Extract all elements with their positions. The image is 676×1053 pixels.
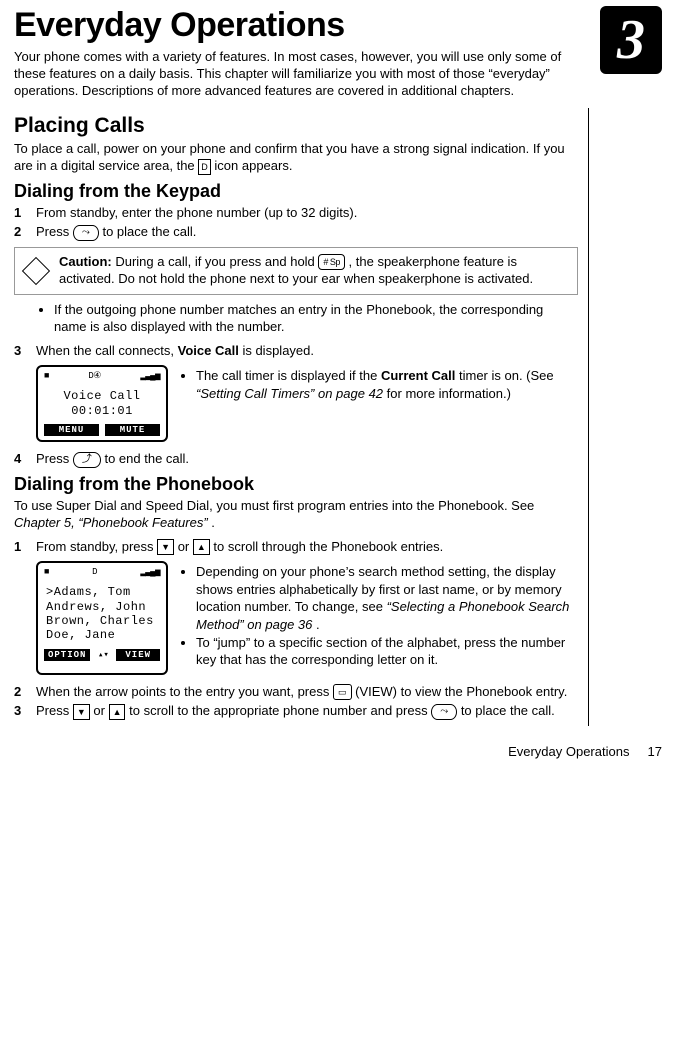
- phonebook-screen: ■ D ▂▃▄▅ >Adams, Tom Andrews, John Brown…: [36, 561, 168, 674]
- screen-status-right: ▂▃▄▅: [140, 371, 160, 381]
- phonebook-step-1: 1 From standby, press ▼ or ▲ to scroll t…: [14, 538, 578, 556]
- keypad-bullet-1: If the outgoing phone number matches an …: [54, 301, 578, 336]
- placing-calls-body: To place a call, power on your phone and…: [14, 140, 578, 175]
- view-softkey-icon: ▭: [333, 684, 352, 700]
- page-title: Everyday Operations: [14, 6, 662, 45]
- keypad-step4-b: to end the call.: [104, 451, 189, 466]
- screen-status-mid: D④: [88, 371, 100, 381]
- screen-soft-menu: MENU: [44, 424, 99, 436]
- talk-key-icon-2: ⤳: [431, 704, 457, 720]
- side-ref: “Setting Call Timers” on page 42: [196, 386, 383, 401]
- subsection-phonebook: Dialing from the Phonebook: [14, 474, 578, 495]
- side-c: for more information.): [387, 386, 511, 401]
- caution-box: Caution: During a call, if you press and…: [14, 247, 578, 295]
- phonebook-step-2: 2 When the arrow points to the entry you…: [14, 683, 578, 701]
- voice-call-side-bullet: The call timer is displayed if the Curre…: [196, 367, 578, 402]
- pb-step2-a: When the arrow points to the entry you w…: [36, 684, 333, 699]
- pb-screen-soft-arrows: ▴▾: [96, 649, 110, 661]
- caution-b: During a call, if you press and hold: [115, 254, 318, 269]
- footer-title: Everyday Operations: [508, 744, 629, 759]
- pb-step3-a: Press: [36, 703, 73, 718]
- screen-line2: 00:01:01: [42, 404, 162, 418]
- pb-screen-soft-view: VIEW: [116, 649, 160, 661]
- pb-screen-soft-option: OPTION: [44, 649, 90, 661]
- down-arrow-key-icon: ▼: [157, 539, 174, 555]
- pb-sb1-b: .: [316, 617, 320, 632]
- screen-status-left: ■: [44, 371, 49, 381]
- footer-page-number: 17: [648, 744, 662, 759]
- page-footer: Everyday Operations 17: [14, 744, 662, 759]
- keypad-step3-b: is displayed.: [242, 343, 314, 358]
- pb-screen-line3: Brown, Charles: [46, 614, 162, 628]
- intro-paragraph: Your phone comes with a variety of featu…: [14, 49, 574, 100]
- pb-step1-or: or: [178, 539, 193, 554]
- end-key-icon: ⤴: [73, 452, 101, 468]
- screen-line1: Voice Call: [42, 389, 162, 403]
- pb-screen-line4: Doe, Jane: [46, 628, 162, 642]
- keypad-step4-a: Press: [36, 451, 73, 466]
- pb-step1-b: to scroll through the Phonebook entries.: [213, 539, 443, 554]
- up-arrow-key-icon: ▲: [193, 539, 210, 555]
- keypad-step-1: 1 From standby, enter the phone number (…: [14, 204, 578, 222]
- keypad-step2-b: to place the call.: [102, 224, 196, 239]
- keypad-step-2: 2 Press ⤳ to place the call.: [14, 223, 578, 241]
- voice-call-screen: ■ D④ ▂▃▄▅ Voice Call 00:01:01 MENU MUTE: [36, 365, 168, 442]
- keypad-step2-a: Press: [36, 224, 73, 239]
- pb-screen-line1: >Adams, Tom: [46, 585, 162, 599]
- keypad-step-4: 4 Press ⤴ to end the call.: [14, 450, 578, 468]
- screen-soft-mute: MUTE: [105, 424, 160, 436]
- talk-key-icon: ⤳: [73, 225, 99, 241]
- pb-screen-status-mid: D: [92, 567, 97, 577]
- pb-step2-b: (VIEW) to view the Phonebook entry.: [355, 684, 567, 699]
- pb-side-bullet-1: Depending on your phone’s search method …: [196, 563, 578, 633]
- keypad-step-3: 3 When the call connects, Voice Call is …: [14, 342, 578, 360]
- placing-b: icon appears.: [214, 158, 292, 173]
- side-a: The call timer is displayed if the: [196, 368, 381, 383]
- pb-screen-line2: Andrews, John: [46, 600, 162, 614]
- chapter-number-badge: 3: [600, 6, 662, 74]
- pb-step3-c: to place the call.: [461, 703, 555, 718]
- keypad-step3-bold: Voice Call: [178, 343, 239, 358]
- keypad-step3-a: When the call connects,: [36, 343, 178, 358]
- down-arrow-key-icon-2: ▼: [73, 704, 90, 720]
- phonebook-intro: To use Super Dial and Speed Dial, you mu…: [14, 497, 578, 532]
- pb-side-bullet-2: To “jump” to a specific section of the a…: [196, 634, 578, 669]
- pb-intro-b: .: [211, 515, 215, 530]
- subsection-keypad: Dialing from the Keypad: [14, 181, 578, 202]
- caution-label: Caution:: [59, 254, 112, 269]
- digital-service-icon: D: [198, 159, 211, 175]
- pb-intro-a: To use Super Dial and Speed Dial, you mu…: [14, 498, 534, 513]
- hash-key-icon: # Sp: [318, 254, 345, 270]
- caution-icon: [23, 254, 49, 288]
- keypad-step1-text: From standby, enter the phone number (up…: [36, 204, 578, 222]
- pb-intro-ref: Chapter 5, “Phonebook Features”: [14, 515, 208, 530]
- up-arrow-key-icon-2: ▲: [109, 704, 126, 720]
- section-placing-calls: Placing Calls: [14, 114, 578, 138]
- side-bold: Current Call: [381, 368, 455, 383]
- pb-step3-or: or: [93, 703, 108, 718]
- pb-screen-status-left: ■: [44, 567, 49, 577]
- pb-step1-a: From standby, press: [36, 539, 157, 554]
- side-b: timer is on. (See: [459, 368, 554, 383]
- pb-step3-b: to scroll to the appropriate phone numbe…: [129, 703, 431, 718]
- pb-screen-status-right: ▂▃▄▅: [140, 567, 160, 577]
- phonebook-step-3: 3 Press ▼ or ▲ to scroll to the appropri…: [14, 702, 578, 720]
